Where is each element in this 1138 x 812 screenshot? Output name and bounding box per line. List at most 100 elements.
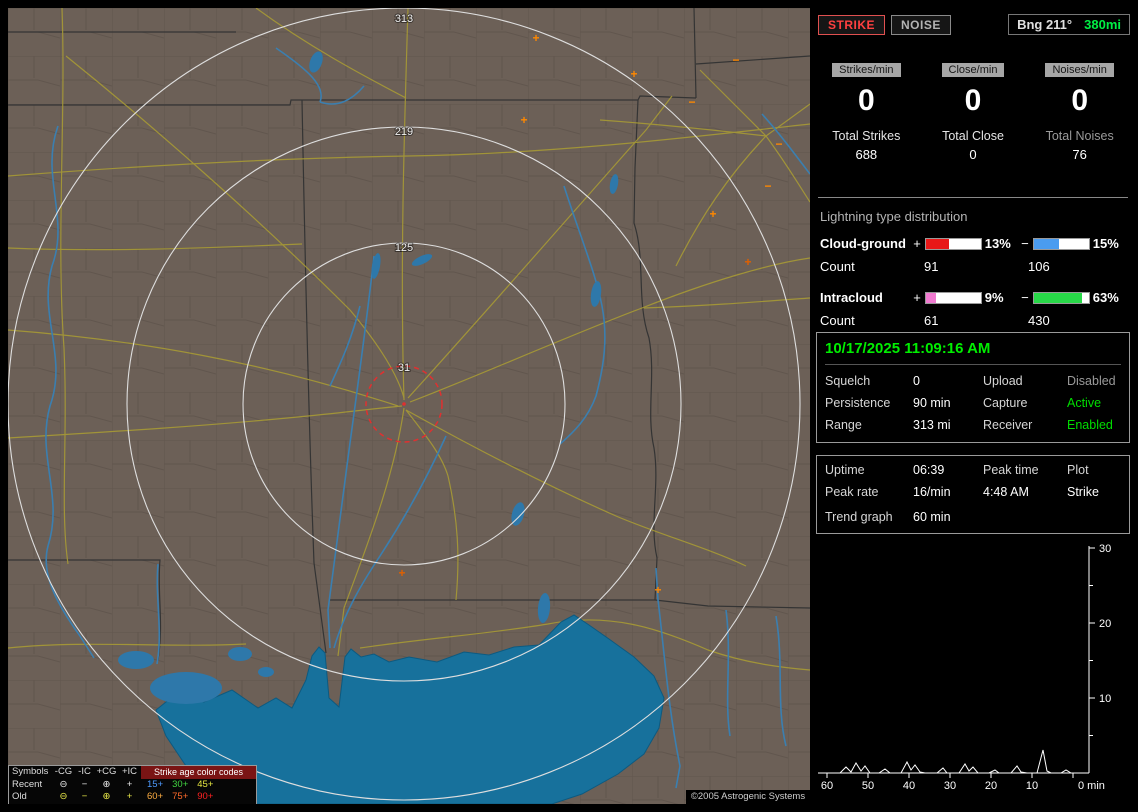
mode-toolbar: STRIKE NOISE Bng 211° 380mi (818, 14, 1130, 35)
recent-ncg-symbol: ⊖ (53, 779, 74, 792)
noises-per-min-column: Noises/min 0 Total Noises 76 (1029, 62, 1130, 162)
total-noises-label: Total Noises (1029, 129, 1130, 143)
age-15: 15+ (147, 779, 163, 792)
x-tick-10: 10 (1026, 780, 1038, 792)
receiver-location-dot (402, 402, 406, 406)
legend-col-pic: +IC (118, 766, 141, 779)
copyright-notice: ©2005 Astrogenic Systems (686, 790, 810, 804)
ic-positive-bar (925, 292, 982, 304)
status-box: 10/17/2025 11:09:16 AM Squelch 0 Upload … (816, 332, 1130, 443)
age-45: 45+ (197, 779, 213, 792)
strike-marker: − (775, 137, 782, 151)
minus-sign: − (1020, 236, 1030, 251)
uptime-label: Uptime (825, 463, 913, 477)
trend-axes (818, 546, 1095, 778)
plot-label: Plot (1067, 463, 1121, 477)
strike-marker: − (764, 179, 771, 193)
ring-label-125: 125 (395, 242, 413, 254)
close-per-min-column: Close/min 0 Total Close 0 (923, 62, 1024, 162)
x-tick-50: 50 (862, 780, 874, 792)
strike-mode-button[interactable]: STRIKE (818, 15, 885, 35)
ring-label-313: 313 (395, 13, 413, 25)
capture-status: Active (1067, 396, 1121, 410)
persistence-label: Persistence (825, 396, 913, 410)
strike-marker: + (709, 207, 716, 221)
recent-pcg-symbol: ⊕ (95, 779, 118, 792)
age-60: 60+ (147, 791, 163, 804)
count-label: Count (820, 259, 924, 274)
strike-marker: + (398, 566, 405, 580)
legend-old-label: Old (9, 791, 53, 804)
status-grid: Squelch 0 Upload Disabled Persistence 90… (825, 374, 1121, 432)
age-30: 30+ (172, 779, 188, 792)
trend-graph: 30 20 10 60 50 40 30 20 10 0 min (816, 540, 1130, 792)
strike-marker: + (520, 113, 527, 127)
map-legend: Symbols -CG -IC +CG +IC Strike age color… (8, 765, 257, 804)
close-per-min-value: 0 (923, 85, 1024, 117)
distribution-title: Lightning type distribution (820, 209, 1128, 224)
cg-negative-fill (1034, 239, 1059, 249)
strikes-per-min-column: Strikes/min 0 Total Strikes 688 (816, 62, 917, 162)
legend-col-nic: -IC (74, 766, 95, 779)
y-tick-30: 30 (1099, 543, 1111, 555)
upload-status: Disabled (1067, 374, 1121, 388)
status-divider (825, 364, 1121, 365)
info-grid: Uptime 06:39 Peak time Plot Peak rate 16… (825, 463, 1121, 499)
receiver-status: Enabled (1067, 418, 1121, 432)
persistence-value: 90 min (913, 396, 983, 410)
age-75: 75+ (172, 791, 188, 804)
plot-mode-value: Strike (1067, 485, 1121, 499)
bearing-value: Bng 211° (1017, 17, 1072, 32)
old-pcg-symbol: ⊕ (95, 791, 118, 804)
x-tick-40: 40 (903, 780, 915, 792)
legend-col-ncg: -CG (53, 766, 74, 779)
total-strikes-value: 688 (816, 147, 917, 162)
intracloud-counts: Count 61 430 (820, 313, 1128, 328)
trend-graph-label: Trend graph (825, 510, 913, 524)
ring-label-219: 219 (395, 126, 413, 138)
cloud-ground-label: Cloud-ground (820, 236, 912, 251)
app-window: 313 219 125 31 + + + + + + + − − − − (0, 0, 1138, 812)
strike-marker: + (654, 583, 661, 597)
range-value: 313 mi (913, 418, 983, 432)
trend-line (818, 750, 1078, 773)
strike-marker: − (732, 53, 739, 67)
squelch-value: 0 (913, 374, 983, 388)
ring-label-31: 31 (398, 362, 410, 374)
age-90: 90+ (197, 791, 213, 804)
strike-marker: + (630, 67, 637, 81)
ic-negative-fill (1034, 293, 1082, 303)
side-panel: STRIKE NOISE Bng 211° 380mi Strikes/min … (816, 8, 1130, 804)
cloud-ground-row: Cloud-ground + 13% − 15% (820, 236, 1128, 251)
ic-positive-fill (926, 293, 936, 303)
legend-col-pcg: +CG (95, 766, 118, 779)
total-noises-value: 76 (1029, 147, 1130, 162)
legend-recent-row: Recent ⊖ − ⊕ + 15+ 30+ 45+ (9, 779, 256, 792)
minus-sign: − (1020, 290, 1030, 305)
cloud-ground-counts: Count 91 106 (820, 259, 1128, 274)
x-tick-60: 60 (821, 780, 833, 792)
legend-age-header: Strike age color codes (141, 766, 256, 779)
strike-marker: + (744, 255, 751, 269)
rate-counters: Strikes/min 0 Total Strikes 688 Close/mi… (816, 62, 1130, 162)
ic-negative-bar (1033, 292, 1090, 304)
ic-negative-count: 430 (1028, 313, 1128, 328)
strikes-per-min-label: Strikes/min (832, 63, 900, 77)
cg-positive-count: 91 (924, 259, 1028, 274)
intracloud-label: Intracloud (820, 290, 912, 305)
noise-mode-button[interactable]: NOISE (891, 15, 951, 35)
legend-recent-label: Recent (9, 779, 53, 792)
x-origin-label: 0 min (1078, 780, 1105, 792)
section-divider (818, 197, 1128, 198)
strike-marker: − (688, 95, 695, 109)
trend-window-value: 60 min (913, 510, 1121, 524)
trend-axis-labels: 30 20 10 60 50 40 30 20 10 0 min (821, 543, 1111, 792)
count-label: Count (820, 313, 924, 328)
lightning-map[interactable]: 313 219 125 31 + + + + + + + − − − − (8, 8, 810, 804)
cg-negative-bar (1033, 238, 1090, 250)
info-box: Uptime 06:39 Peak time Plot Peak rate 16… (816, 455, 1130, 534)
capture-label: Capture (983, 396, 1067, 410)
y-tick-20: 20 (1099, 618, 1111, 630)
peak-time-value: 4:48 AM (983, 485, 1067, 499)
x-tick-20: 20 (985, 780, 997, 792)
